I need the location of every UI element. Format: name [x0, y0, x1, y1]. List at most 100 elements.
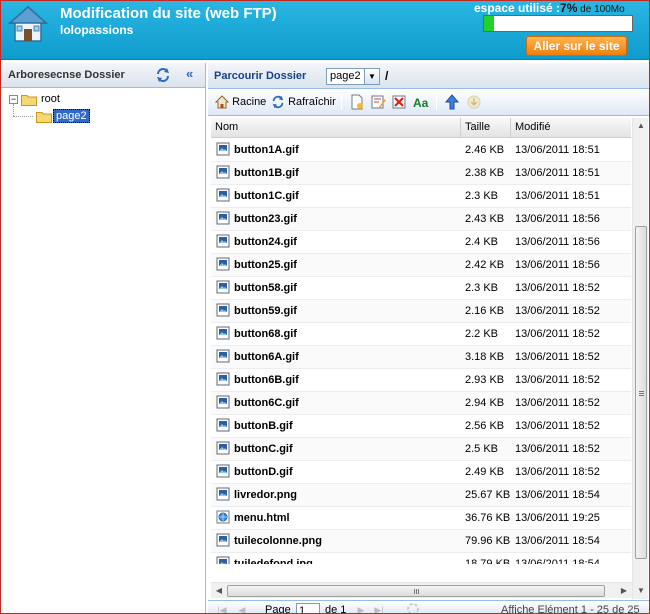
download-disabled-icon[interactable]	[466, 94, 482, 110]
vertical-scroll-thumb[interactable]	[635, 226, 647, 559]
file-size-cell: 2.93 KB	[465, 374, 505, 386]
folder-select[interactable]: page2 ▼	[326, 68, 380, 85]
file-name-cell: button6B.gif	[216, 369, 461, 391]
scroll-grip	[639, 395, 644, 396]
file-size-cell: 2.16 KB	[465, 305, 505, 317]
disk-usage-label: espace utilisé :7% de 100Mo	[474, 1, 625, 15]
table-row[interactable]: button6B.gif 2.93 KB 13/06/2011 18:52	[211, 369, 631, 392]
scroll-grip	[639, 391, 644, 392]
refresh-button[interactable]: Rafraîchir	[271, 94, 336, 112]
next-page-icon[interactable]: ▶	[355, 604, 367, 613]
file-modified-cell: 13/06/2011 18:56	[515, 213, 600, 225]
table-row[interactable]: button59.gif 2.16 KB 13/06/2011 18:52	[211, 300, 631, 323]
file-name: button6B.gif	[234, 374, 299, 386]
app-header: Modification du site (web FTP) lolopassi…	[1, 1, 649, 60]
visit-site-button[interactable]: Aller sur le site	[526, 36, 627, 56]
last-page-icon[interactable]: ▶|	[373, 604, 385, 613]
table-row[interactable]: button58.gif 2.3 KB 13/06/2011 18:52	[211, 277, 631, 300]
tree-label-root[interactable]: root	[39, 93, 62, 105]
file-modified-cell: 13/06/2011 18:52	[515, 466, 600, 478]
file-size-cell: 2.94 KB	[465, 397, 505, 409]
table-row[interactable]: button23.gif 2.43 KB 13/06/2011 18:56	[211, 208, 631, 231]
file-name: buttonB.gif	[234, 420, 293, 432]
image-file-icon	[216, 142, 230, 156]
collapse-panel-icon[interactable]: «	[186, 66, 198, 82]
table-row[interactable]: buttonC.gif 2.5 KB 13/06/2011 18:52	[211, 438, 631, 461]
browse-title: Parcourir Dossier	[214, 70, 307, 82]
image-file-icon	[216, 372, 230, 386]
file-name: buttonD.gif	[234, 466, 293, 478]
column-header-name[interactable]: Nom	[211, 118, 461, 138]
upload-icon[interactable]	[444, 94, 460, 110]
delete-icon[interactable]	[391, 94, 407, 110]
page-number-input[interactable]	[296, 603, 320, 613]
edit-file-icon[interactable]	[370, 94, 386, 110]
scroll-down-icon[interactable]: ▼	[633, 583, 649, 599]
table-row[interactable]: tuilecolonne.png 79.96 KB 13/06/2011 18:54	[211, 530, 631, 553]
file-modified-cell: 13/06/2011 18:51	[515, 144, 600, 156]
table-row[interactable]: menu.html 36.76 KB 13/06/2011 19:25	[211, 507, 631, 530]
column-header-size[interactable]: Taille	[461, 118, 511, 138]
file-name-cell: button6A.gif	[216, 346, 461, 368]
table-row[interactable]: buttonB.gif 2.56 KB 13/06/2011 18:52	[211, 415, 631, 438]
horizontal-scroll-thumb[interactable]	[227, 585, 605, 597]
new-file-icon[interactable]	[349, 94, 365, 110]
loading-spinner-icon[interactable]	[406, 602, 420, 614]
table-row[interactable]: button1A.gif 2.46 KB 13/06/2011 18:51	[211, 139, 631, 162]
file-name-cell: button1A.gif	[216, 139, 461, 161]
file-name: button59.gif	[234, 305, 297, 317]
folder-tree: − root page2	[1, 88, 205, 125]
page-label: Page	[265, 604, 291, 614]
chevron-down-icon[interactable]: ▼	[364, 69, 379, 84]
first-page-icon[interactable]: |◀	[216, 604, 228, 613]
disk-usage-fill	[484, 16, 495, 31]
previous-page-icon[interactable]: ◀	[236, 604, 248, 613]
scroll-right-icon[interactable]: ▶	[616, 583, 632, 599]
tree-node-root[interactable]: − root	[8, 91, 205, 108]
table-row[interactable]: livredor.png 25.67 KB 13/06/2011 18:54	[211, 484, 631, 507]
scroll-up-icon[interactable]: ▲	[633, 118, 649, 134]
file-size-cell: 2.56 KB	[465, 420, 505, 432]
file-size-cell: 2.46 KB	[465, 144, 505, 156]
image-file-icon	[216, 303, 230, 317]
image-file-icon	[216, 234, 230, 248]
tree-collapse-icon[interactable]: −	[9, 95, 18, 104]
rename-icon[interactable]: Aa	[413, 94, 429, 110]
file-modified-cell: 13/06/2011 18:51	[515, 190, 600, 202]
table-row[interactable]: button68.gif 2.2 KB 13/06/2011 18:52	[211, 323, 631, 346]
tree-node-page2[interactable]: page2	[8, 104, 205, 125]
file-name: button68.gif	[234, 328, 297, 340]
file-name: tuilecolonne.png	[234, 535, 322, 547]
file-name: button1C.gif	[234, 190, 299, 202]
file-size-cell: 2.3 KB	[465, 190, 499, 202]
folder-select-value: page2	[330, 70, 361, 82]
table-row[interactable]: button1B.gif 2.38 KB 13/06/2011 18:51	[211, 162, 631, 185]
table-row[interactable]: buttonD.gif 2.49 KB 13/06/2011 18:52	[211, 461, 631, 484]
file-name-cell: button25.gif	[216, 254, 461, 276]
toolbar-separator	[341, 95, 342, 110]
table-row[interactable]: button25.gif 2.42 KB 13/06/2011 18:56	[211, 254, 631, 277]
file-name-cell: button24.gif	[216, 231, 461, 253]
tree-label-page2[interactable]: page2	[53, 109, 90, 123]
root-button[interactable]: Racine	[214, 94, 266, 112]
page-count-label: de 1	[325, 604, 347, 614]
file-name: buttonC.gif	[234, 443, 293, 455]
column-header-modified[interactable]: Modifié	[511, 118, 631, 138]
disk-usage-bar	[483, 15, 633, 32]
browse-header: Parcourir Dossier page2 ▼ /	[208, 63, 649, 89]
vertical-scrollbar[interactable]: ▲ ▼	[632, 118, 648, 599]
file-name-cell: button68.gif	[216, 323, 461, 345]
file-grid-header: Nom Taille Modifié	[211, 118, 631, 138]
table-row[interactable]: button6C.gif 2.94 KB 13/06/2011 18:52	[211, 392, 631, 415]
table-row[interactable]: button1C.gif 2.3 KB 13/06/2011 18:51	[211, 185, 631, 208]
horizontal-scrollbar[interactable]: ◀ ▶	[211, 582, 632, 598]
file-size-cell: 2.38 KB	[465, 167, 505, 179]
table-row[interactable]: tuiledefond.jpg 18.79 KB 13/06/2011 18:54	[211, 553, 631, 564]
table-row[interactable]: button24.gif 2.4 KB 13/06/2011 18:56	[211, 231, 631, 254]
table-row[interactable]: button6A.gif 3.18 KB 13/06/2011 18:52	[211, 346, 631, 369]
scroll-left-icon[interactable]: ◀	[211, 583, 227, 599]
file-modified-cell: 13/06/2011 18:52	[515, 420, 600, 432]
file-name-cell: button23.gif	[216, 208, 461, 230]
refresh-tree-icon[interactable]	[155, 67, 171, 83]
file-name-cell: buttonB.gif	[216, 415, 461, 437]
